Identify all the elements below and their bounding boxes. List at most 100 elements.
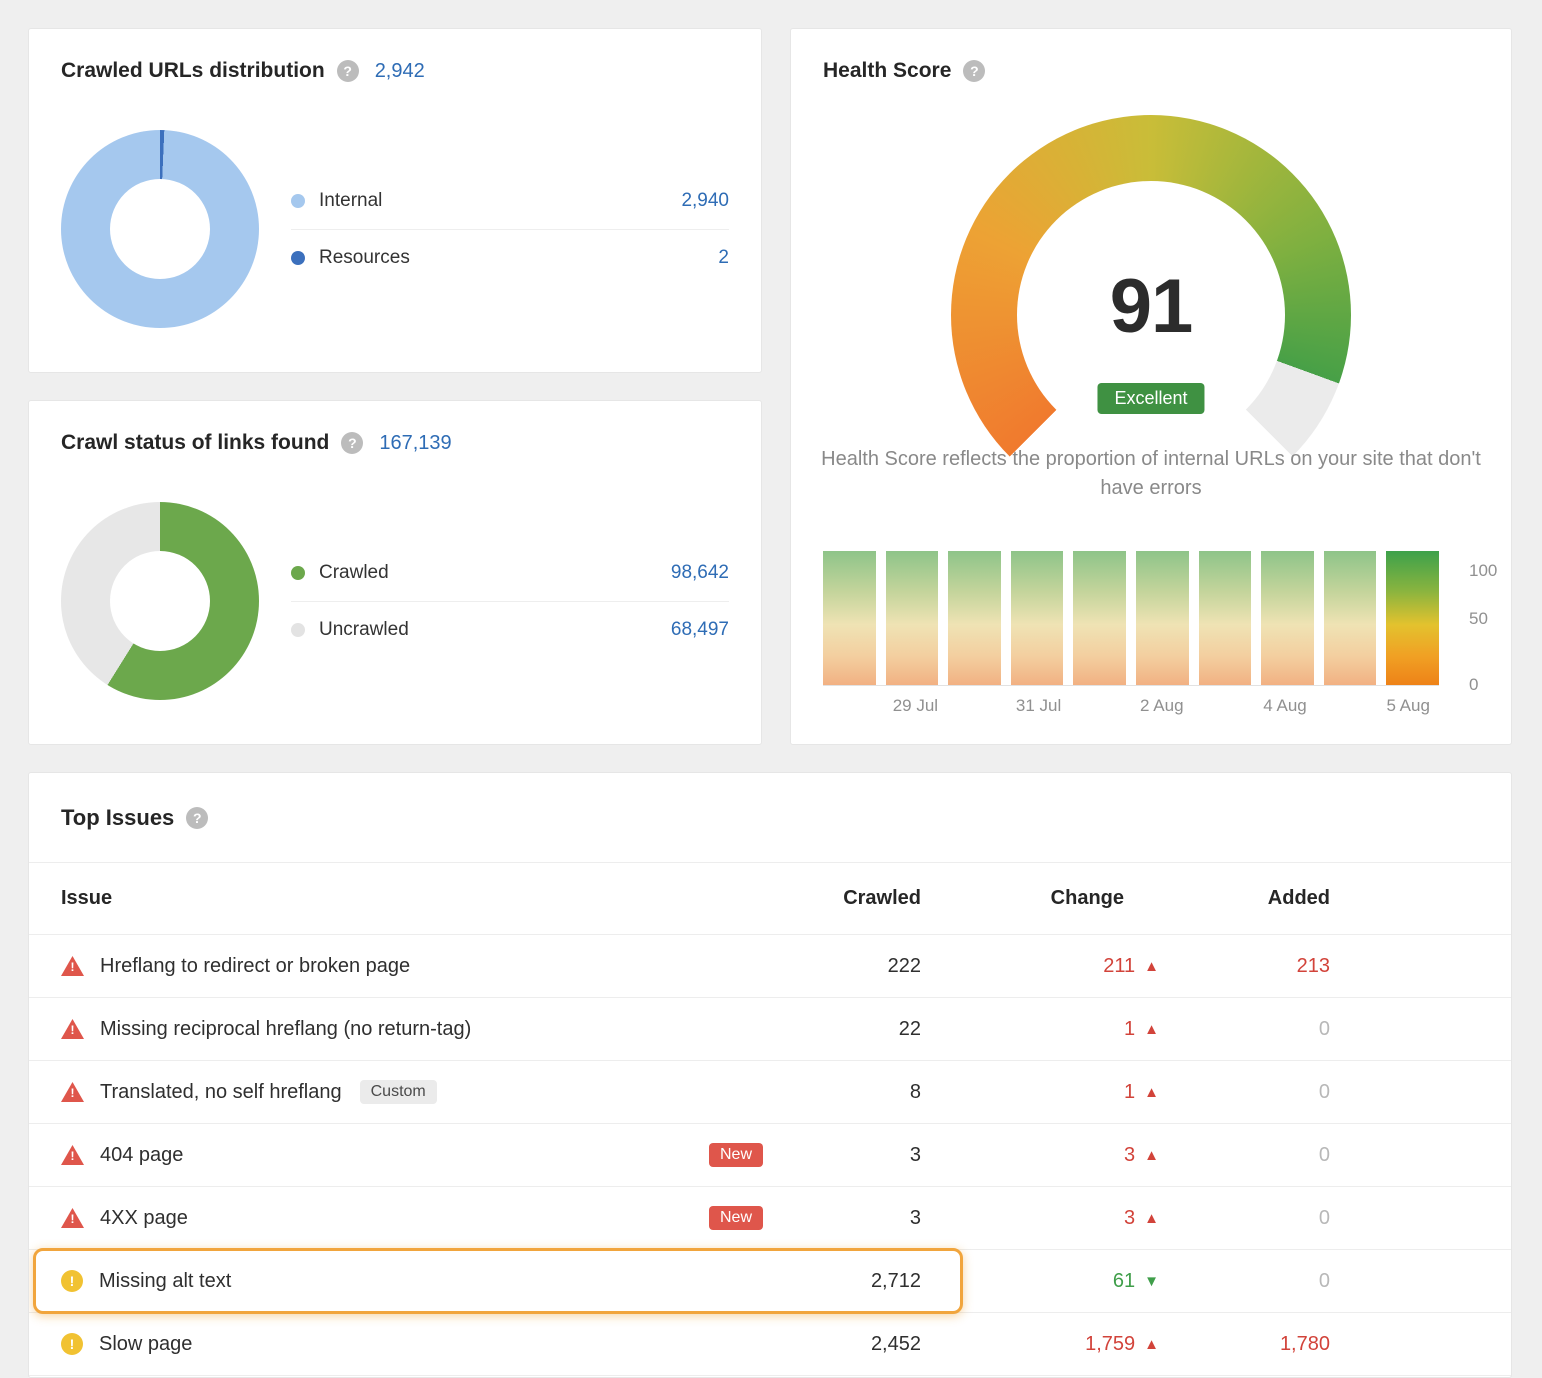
crawled-value[interactable]: 2,712 [771, 1270, 921, 1293]
triangle-up-icon: ▲ [1144, 958, 1159, 975]
change-value[interactable]: 211 ▲ [921, 955, 1159, 978]
added-value[interactable]: 0 [1159, 1207, 1330, 1230]
change-number: 1 [1124, 1018, 1135, 1041]
issue-link[interactable]: 4XX page [100, 1207, 188, 1230]
x-tick: 2 Aug [1140, 696, 1184, 716]
history-bar [948, 551, 1001, 685]
table-header: Issue Crawled Change Added [29, 863, 1511, 935]
error-icon: ! [61, 956, 84, 976]
y-axis-labels: 100 50 0 [1439, 551, 1499, 686]
change-value[interactable]: 1 ▲ [921, 1081, 1159, 1104]
help-icon[interactable]: ? [186, 807, 208, 829]
table-row[interactable]: ! Translated, no self hreflang Custom 8 … [29, 1061, 1511, 1124]
added-value[interactable]: 0 [1159, 1081, 1330, 1104]
error-icon: ! [61, 1082, 84, 1102]
links-found-total[interactable]: 167,139 [379, 432, 451, 455]
triangle-up-icon: ▲ [1144, 1147, 1159, 1164]
legend-value[interactable]: 2,940 [681, 190, 729, 212]
history-bar [1261, 551, 1314, 685]
history-bar [886, 551, 939, 685]
help-icon[interactable]: ? [341, 432, 363, 454]
error-icon: ! [61, 1208, 84, 1228]
y-tick: 0 [1469, 675, 1478, 695]
x-tick: 5 Aug [1386, 696, 1430, 716]
change-value[interactable]: 3 ▲ [921, 1144, 1159, 1167]
crawled-urls-card: Crawled URLs distribution ? 2,942 Intern… [28, 28, 762, 373]
help-icon[interactable]: ? [963, 60, 985, 82]
error-icon: ! [61, 1145, 84, 1165]
added-value[interactable]: 213 [1159, 955, 1330, 978]
issue-link[interactable]: Missing alt text [99, 1270, 231, 1293]
legend-label: Internal [319, 190, 382, 212]
x-tick: 4 Aug [1263, 696, 1307, 716]
added-value[interactable]: 0 [1159, 1018, 1330, 1041]
crawl-status-card: Crawl status of links found ? 167,139 Cr… [28, 400, 762, 745]
legend-value[interactable]: 2 [718, 247, 729, 269]
legend-label: Crawled [319, 562, 389, 584]
crawled-value[interactable]: 8 [771, 1081, 921, 1104]
triangle-up-icon: ▲ [1144, 1336, 1159, 1353]
new-badge: New [709, 1206, 763, 1230]
warning-icon: ! [61, 1270, 83, 1292]
card-title: Crawled URLs distribution [61, 59, 325, 83]
uncrawled-dot-icon [291, 623, 305, 637]
issue-link[interactable]: Hreflang to redirect or broken page [100, 955, 410, 978]
change-value[interactable]: 3 ▲ [921, 1207, 1159, 1230]
history-bar [823, 551, 876, 685]
legend-value[interactable]: 68,497 [671, 619, 729, 641]
legend-label: Uncrawled [319, 619, 409, 641]
column-issue: Issue [61, 887, 771, 910]
error-icon: ! [61, 1019, 84, 1039]
legend-item-crawled[interactable]: Crawled 98,642 [291, 545, 729, 601]
y-tick: 50 [1469, 609, 1488, 629]
legend-item-resources[interactable]: Resources 2 [291, 229, 729, 285]
issue-link[interactable]: 404 page [100, 1144, 183, 1167]
change-value[interactable]: 61 ▼ [921, 1270, 1159, 1293]
issue-link[interactable]: Missing reciprocal hreflang (no return-t… [100, 1018, 471, 1041]
change-value[interactable]: 1,759 ▲ [921, 1333, 1159, 1356]
crawl-status-donut-chart [61, 502, 259, 700]
x-tick: 31 Jul [1016, 696, 1061, 716]
table-row[interactable]: ! Missing reciprocal hreflang (no return… [29, 998, 1511, 1061]
table-row[interactable]: ! Slow page 2,452 1,759 ▲ 1,780 [29, 1313, 1511, 1376]
health-score-value: 91 [951, 263, 1351, 350]
added-value[interactable]: 0 [1159, 1270, 1330, 1293]
change-value[interactable]: 1 ▲ [921, 1018, 1159, 1041]
help-icon[interactable]: ? [337, 60, 359, 82]
top-issues-title: Top Issues [61, 805, 174, 831]
crawled-value[interactable]: 3 [771, 1207, 921, 1230]
history-bar [1324, 551, 1377, 685]
legend-item-uncrawled[interactable]: Uncrawled 68,497 [291, 601, 729, 657]
added-value[interactable]: 1,780 [1159, 1333, 1330, 1356]
history-bar [1136, 551, 1189, 685]
crawled-value[interactable]: 222 [771, 955, 921, 978]
legend: Internal 2,940 Resources 2 [291, 173, 729, 285]
history-bars [823, 551, 1439, 686]
column-crawled: Crawled [771, 887, 921, 910]
warning-icon: ! [61, 1333, 83, 1355]
issue-link[interactable]: Slow page [99, 1333, 192, 1356]
crawled-dot-icon [291, 566, 305, 580]
table-row-highlighted[interactable]: ! Missing alt text 2,712 61 ▼ 0 [29, 1250, 1511, 1313]
crawled-value[interactable]: 22 [771, 1018, 921, 1041]
crawled-urls-total[interactable]: 2,942 [375, 60, 425, 83]
legend-item-internal[interactable]: Internal 2,940 [291, 173, 729, 229]
new-badge: New [709, 1143, 763, 1167]
change-number: 211 [1103, 955, 1135, 978]
top-issues-card: Top Issues ? Issue Crawled Change Added … [28, 772, 1512, 1378]
issue-link[interactable]: Translated, no self hreflang [100, 1081, 342, 1104]
legend-value[interactable]: 98,642 [671, 562, 729, 584]
x-tick: 29 Jul [893, 696, 938, 716]
table-row[interactable]: ! 4XX page New 3 3 ▲ 0 [29, 1187, 1511, 1250]
internal-dot-icon [291, 194, 305, 208]
table-row[interactable]: ! 404 page New 3 3 ▲ 0 [29, 1124, 1511, 1187]
crawled-value[interactable]: 3 [771, 1144, 921, 1167]
legend: Crawled 98,642 Uncrawled 68,497 [291, 545, 729, 657]
health-score-card: Health Score ? 91 Excellent Health Score… [790, 28, 1512, 745]
column-added: Added [1159, 887, 1330, 910]
history-bar [1011, 551, 1064, 685]
added-value[interactable]: 0 [1159, 1144, 1330, 1167]
table-row[interactable]: ! Hreflang to redirect or broken page 22… [29, 935, 1511, 998]
crawled-value[interactable]: 2,452 [771, 1333, 921, 1356]
triangle-down-icon: ▼ [1144, 1273, 1159, 1290]
